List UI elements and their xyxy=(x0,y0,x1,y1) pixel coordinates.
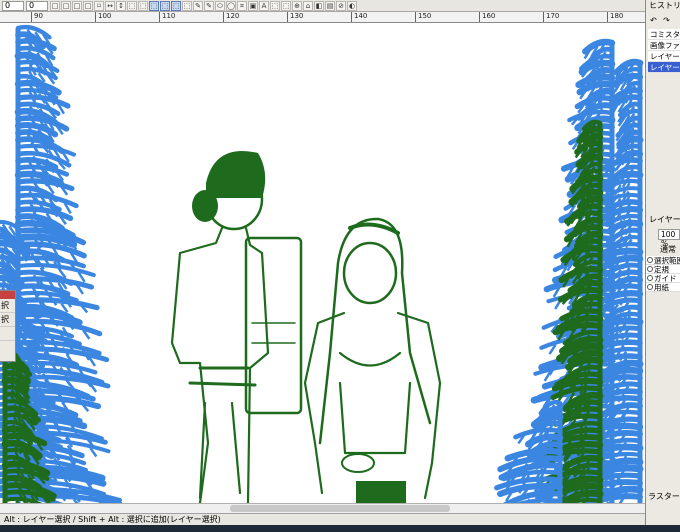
left-woman-hair xyxy=(206,151,266,198)
ruler-tick-label: 100 xyxy=(95,12,111,22)
toolbar-button[interactable]: ⊕ xyxy=(292,0,302,11)
toolbar-button[interactable]: A xyxy=(259,0,269,11)
toolbar-button[interactable]: ⬚ xyxy=(270,0,280,11)
toolbar-button[interactable]: □ xyxy=(83,0,93,11)
right-side-panel: ヒストリー ↶ ↷ コミスタ - 3 画像ファイル レイヤー色 レイヤーカ レイ… xyxy=(645,0,680,532)
eye-icon[interactable] xyxy=(647,284,653,290)
floating-panel-titlebar[interactable] xyxy=(0,291,15,299)
toolbar-number-field[interactable]: 0 xyxy=(26,0,48,11)
toolbar-button-group: □ □ □ □ ⌑ ↔ ↕ ⬚ ⬚ ⬚ ⬚ ⬚ ⬚ ✎ ✎ ⬭ ◯ ⌗ ▣ A ⬚ ⬚ ⊕ ⌂ ◧ ▤ ⊘ ◐ xyxy=(50,0,357,11)
toolbar-button[interactable]: ⬚ xyxy=(138,0,148,11)
layer-row[interactable]: 用紙 xyxy=(646,283,680,292)
current-layer-label: ラスターレイヤ xyxy=(648,492,680,501)
eye-icon[interactable] xyxy=(647,266,653,272)
ruler-tick-label: 130 xyxy=(287,12,303,22)
toolbar-button[interactable]: □ xyxy=(72,0,82,11)
taskbar xyxy=(0,525,680,532)
toolbar-button[interactable]: ⬚ xyxy=(281,0,291,11)
toolbar-button[interactable]: ◧ xyxy=(314,0,324,11)
toolbar-button[interactable]: ⌂ xyxy=(303,0,313,11)
scroll-document-lines xyxy=(251,322,296,344)
ruler-tick-label: 140 xyxy=(351,12,367,22)
right-woman-apron xyxy=(338,351,412,455)
horizontal-ruler: 90 100 110 120 130 140 150 160 170 180 xyxy=(0,12,645,23)
history-item[interactable]: 画像ファイル xyxy=(648,40,680,51)
history-item-selected[interactable]: レイヤーカ xyxy=(648,62,680,73)
toolbar-button[interactable]: ⬚ xyxy=(182,0,192,11)
floating-panel-row[interactable]: 択 xyxy=(0,313,15,327)
history-item[interactable]: コミスタ - 3 xyxy=(648,29,680,40)
floating-panel-row[interactable]: 択 xyxy=(0,299,15,313)
toolbar-button[interactable]: □ xyxy=(61,0,71,11)
status-bar: Alt : レイヤー選択 / Shift + Alt : 選択に追加(レイヤー選… xyxy=(0,513,645,525)
left-woman-body xyxy=(170,226,224,503)
toolbar-button[interactable]: ⬚ xyxy=(171,0,181,11)
history-item[interactable]: レイヤー色 xyxy=(648,51,680,62)
redo-icon[interactable]: ↷ xyxy=(661,16,672,26)
right-woman-hair xyxy=(318,217,432,445)
layer-label: ガイド xyxy=(654,274,677,283)
opacity-field[interactable]: 100 % xyxy=(658,229,680,248)
left-woman-bun xyxy=(192,190,218,222)
toolbar-button[interactable]: ◐ xyxy=(347,0,357,11)
ruler-tick-label: 90 xyxy=(31,12,43,22)
ruler-tick-label: 160 xyxy=(479,12,495,22)
layer-label: 用紙 xyxy=(654,283,669,292)
ruler-tick-label: 170 xyxy=(543,12,559,22)
toolbar-button[interactable]: ↕ xyxy=(116,0,126,11)
ruler-tick-label: 150 xyxy=(415,12,431,22)
scroll-document xyxy=(244,236,303,415)
left-woman-body-right xyxy=(244,226,270,503)
layer-list: 選択範囲 定規 ガイド 用紙 xyxy=(646,256,680,292)
toolbar-button[interactable]: □ xyxy=(50,0,60,11)
blend-mode-label[interactable]: 通常 xyxy=(660,244,676,255)
horizontal-scrollbar[interactable] xyxy=(0,503,645,513)
history-panel-title: ヒストリー xyxy=(649,1,680,10)
toolbar-button[interactable]: ✎ xyxy=(204,0,214,11)
eye-icon[interactable] xyxy=(647,275,653,281)
layer-panel-title: レイヤー xyxy=(649,215,680,224)
layer-row[interactable]: 定規 xyxy=(646,265,680,274)
toolbar-button[interactable]: ↔ xyxy=(105,0,115,11)
floating-tool-panel[interactable]: 択 択 xyxy=(0,290,16,362)
layer-row[interactable]: 選択範囲 xyxy=(646,256,680,265)
layer-label: 選択範囲 xyxy=(654,256,680,265)
toolbar-button[interactable]: ⬚ xyxy=(149,0,159,11)
toolbar-number-field[interactable]: 0 xyxy=(2,0,24,11)
top-toolbar: 0 0 □ □ □ □ ⌑ ↔ ↕ ⬚ ⬚ ⬚ ⬚ ⬚ ⬚ ✎ ✎ ⬭ ◯ ⌗ ▣ A ⬚ ⬚ ⊕ ⌂ ◧ ▤ ⊘ ◐ xyxy=(0,0,645,12)
toolbar-button[interactable]: ✎ xyxy=(193,0,203,11)
floating-panel-row[interactable] xyxy=(0,327,15,341)
toolbar-button[interactable]: ▣ xyxy=(248,0,258,11)
ruler-tick-label: 180 xyxy=(607,12,623,22)
toolbar-button[interactable]: ◯ xyxy=(226,0,236,11)
toolbar-button[interactable]: ⬚ xyxy=(127,0,137,11)
toolbar-button[interactable]: ▤ xyxy=(325,0,335,11)
right-woman-hands xyxy=(341,453,375,473)
right-woman-skirt-dark xyxy=(356,481,406,503)
layer-label: 定規 xyxy=(654,265,669,274)
eye-icon[interactable] xyxy=(647,257,653,263)
toolbar-button[interactable]: ⊘ xyxy=(336,0,346,11)
scrollbar-thumb[interactable] xyxy=(230,505,450,512)
toolbar-button[interactable]: ⬭ xyxy=(215,0,225,11)
ruler-tick-label: 120 xyxy=(223,12,239,22)
layer-row[interactable]: ガイド xyxy=(646,274,680,283)
history-list: コミスタ - 3 画像ファイル レイヤー色 レイヤーカ xyxy=(648,29,680,73)
toolbar-button[interactable]: ⬚ xyxy=(160,0,170,11)
toolbar-button[interactable]: ⌑ xyxy=(94,0,104,11)
ruler-tick-label: 110 xyxy=(159,12,175,22)
undo-icon[interactable]: ↶ xyxy=(648,16,659,26)
canvas-artwork xyxy=(0,24,644,503)
right-woman-head xyxy=(342,241,398,305)
toolbar-button[interactable]: ⌗ xyxy=(237,0,247,11)
drawing-canvas[interactable] xyxy=(0,23,645,503)
